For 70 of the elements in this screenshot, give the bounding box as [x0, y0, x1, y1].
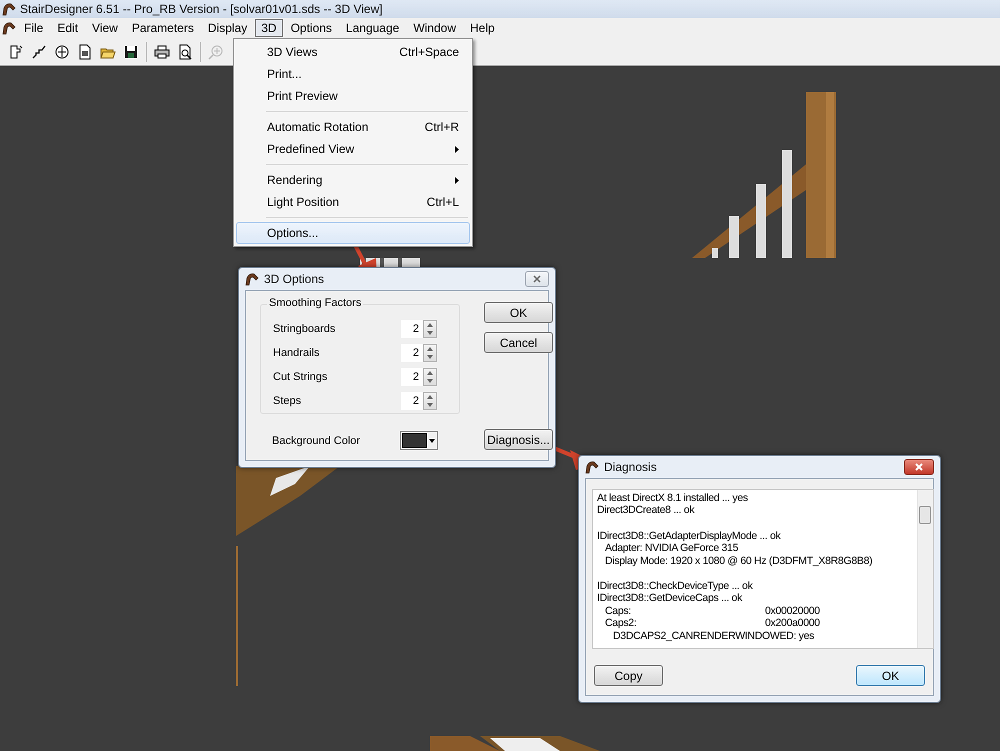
diagnostic-line: IDirect3D8::GetDeviceCaps ... ok [597, 592, 742, 605]
dialog-title: 3D Options [264, 272, 326, 286]
field-label: Steps [273, 394, 302, 406]
menu-title[interactable]: View [86, 19, 124, 37]
dialog-button[interactable]: OK [856, 665, 925, 686]
menu-title[interactable]: Help [464, 19, 501, 37]
diagnostic-line: Display Mode: 1920 x 1080 @ 60 Hz (D3DFMT_X8R8G8B8) [605, 554, 872, 568]
menu-title[interactable]: Window [407, 19, 462, 37]
printer-icon[interactable] [154, 44, 170, 60]
menu-item[interactable]: Light Position Ctrl+L [236, 191, 470, 213]
diagnostic-line: IDirect3D8::GetAdapterDisplayMode ... ok [597, 530, 781, 542]
up-arrow-icon[interactable] [427, 322, 433, 326]
field-label: Handrails [273, 346, 320, 358]
menu-title[interactable]: Edit [51, 19, 84, 37]
scrollbar[interactable] [917, 490, 933, 648]
close-button[interactable] [904, 459, 934, 475]
diagnostic-line: At least DirectX 8.1 installed ... yes [597, 492, 748, 504]
menu-item[interactable]: Predefined View [236, 138, 470, 160]
dialog-button[interactable]: OK [484, 302, 553, 323]
diagnostic-line: D3DCAPS2_CANRENDERWINDOWED: yes [613, 630, 814, 642]
diagnostic-value: 0x00020000 [765, 604, 820, 618]
print-preview-icon[interactable] [177, 44, 193, 60]
diagnostic-line: IDirect3D8::CheckDeviceType ... ok [597, 580, 753, 592]
stair-icon[interactable] [31, 44, 47, 60]
menu-item[interactable]: Rendering [236, 169, 470, 191]
window-title: StairDesigner 6.51 -- Pro_RB Version - [solvar01v01.sds -- 3D View] [20, 2, 383, 16]
down-arrow-icon[interactable] [427, 378, 433, 382]
close-button[interactable] [525, 271, 549, 287]
close-icon [915, 463, 923, 471]
menu-title[interactable]: Display [202, 19, 254, 37]
app-logo-icon [2, 2, 16, 16]
up-arrow-icon[interactable] [427, 394, 433, 398]
down-arrow-icon[interactable] [427, 354, 433, 358]
menu-item[interactable]: Print Preview [236, 85, 470, 107]
menu-title[interactable]: Options [284, 19, 338, 37]
app-logo-icon [585, 460, 599, 474]
diagnosis-text-area[interactable] [592, 489, 934, 649]
up-arrow-icon[interactable] [427, 370, 433, 374]
down-arrow-icon[interactable] [427, 402, 433, 406]
document-icon[interactable] [77, 44, 93, 60]
dialog-title: Diagnosis [604, 460, 658, 474]
app-logo-icon [2, 21, 16, 35]
menu-title[interactable]: Language [340, 19, 406, 37]
menu-title[interactable]: 3D [255, 19, 283, 37]
diagnostic-line: Adapter: NVIDIA GeForce 315 [605, 542, 738, 555]
group-label: Smoothing Factors [267, 297, 364, 309]
field-label: Background Color [272, 434, 362, 446]
down-arrow-icon[interactable] [427, 330, 433, 334]
close-icon [533, 275, 541, 283]
dialog-button[interactable]: Copy [594, 665, 663, 686]
menu-title[interactable]: File [18, 19, 50, 37]
menu-item[interactable]: Automatic Rotation Ctrl+R [236, 116, 470, 138]
diagnostic-label: Caps: [605, 604, 632, 618]
circle-icon[interactable] [54, 44, 70, 60]
dialog-button[interactable]: Cancel [484, 332, 553, 353]
field-label: Cut Strings [273, 370, 328, 382]
menu-title[interactable]: Parameters [126, 19, 200, 37]
diagnostic-line: Direct3DCreate8 ... ok [597, 504, 694, 517]
field-label: Stringboards [273, 322, 336, 334]
diagnostic-value: 0x200a0000 [765, 617, 820, 630]
app-logo-icon [245, 272, 259, 286]
diagnosis-button[interactable]: Diagnosis... [484, 429, 553, 450]
menu-item[interactable]: Print... [236, 63, 470, 85]
save-icon[interactable] [123, 44, 139, 60]
caret-icon [429, 438, 435, 442]
up-arrow-icon[interactable] [427, 346, 433, 350]
diagnostic-label: Caps2: [605, 617, 638, 630]
color-picker[interactable] [400, 431, 438, 450]
menu-item[interactable]: Options... [236, 222, 470, 244]
menu-item[interactable]: 3D Views Ctrl+Space [236, 41, 470, 63]
